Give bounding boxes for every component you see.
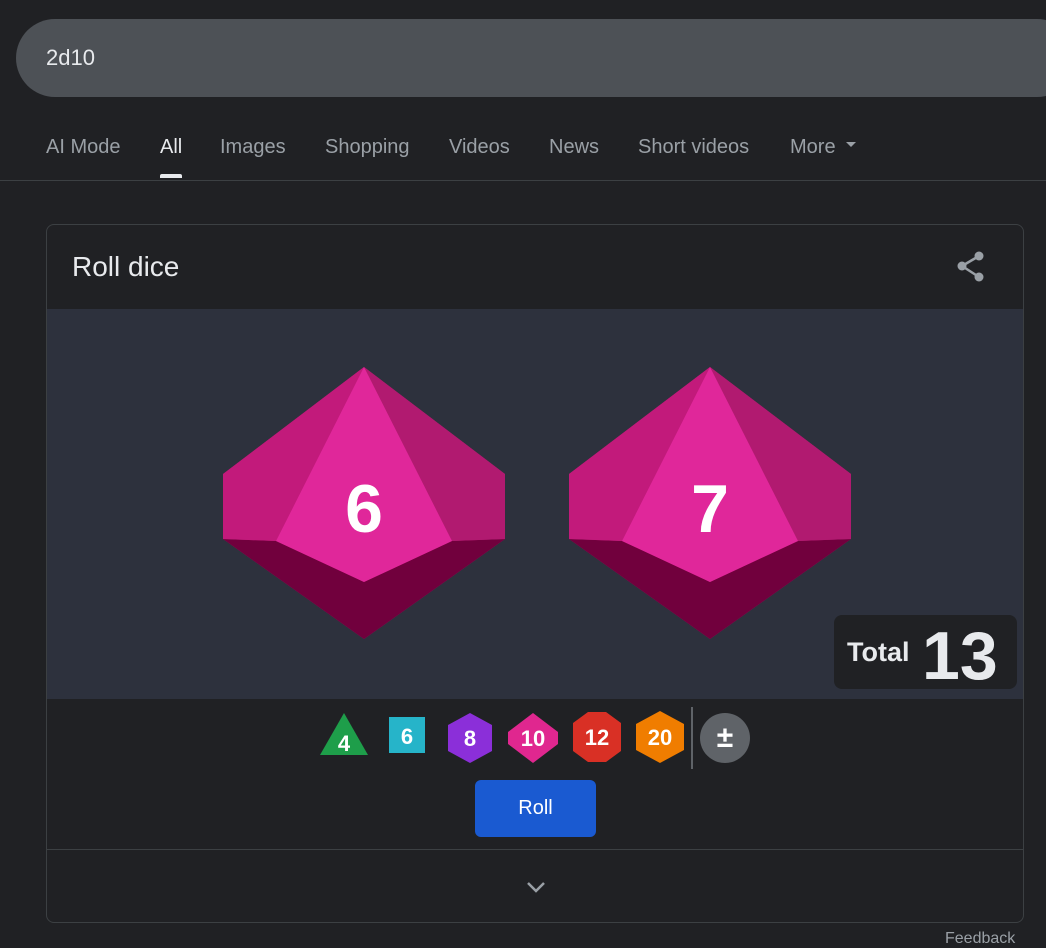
chevron-down-icon[interactable] [524, 875, 548, 899]
total-label: Total [847, 637, 910, 667]
tab-label: Videos [449, 136, 510, 158]
share-icon[interactable] [951, 247, 991, 287]
tab-label: Shopping [325, 136, 410, 158]
dice-roller-card: Roll dice 6 7 Total 13 4 6 8 10 12 20 ± … [46, 224, 1024, 923]
tab-label: More [790, 136, 836, 158]
d6-button[interactable]: 6 [387, 715, 427, 755]
die-button-label: 6 [401, 724, 413, 749]
die-button-label: 4 [338, 731, 351, 756]
modifier-button[interactable]: ± [699, 712, 751, 764]
die-button-label: 20 [648, 725, 672, 750]
tab-all[interactable]: All [160, 136, 183, 178]
die-button-label: 8 [464, 726, 476, 751]
die-button-label: 12 [585, 725, 609, 750]
d10-button[interactable]: 10 [505, 711, 561, 765]
tab-label: Short videos [638, 136, 750, 158]
tab-shopping[interactable]: Shopping [325, 136, 410, 159]
tab-label: AI Mode [46, 136, 121, 158]
divider [691, 707, 693, 769]
tab-more[interactable]: More [790, 136, 856, 159]
die-value: 6 [345, 471, 383, 547]
d4-button[interactable]: 4 [317, 709, 371, 759]
tab-news[interactable]: News [549, 136, 599, 159]
d10-die: 6 [223, 367, 505, 639]
tab-images[interactable]: Images [220, 136, 286, 159]
roll-button[interactable]: Roll [475, 780, 596, 837]
d8-button[interactable]: 8 [445, 711, 495, 765]
total-box: Total 13 [834, 615, 1017, 694]
search-bar[interactable] [16, 19, 1046, 97]
die-button-label: 10 [521, 726, 545, 751]
tab-videos[interactable]: Videos [449, 136, 510, 159]
tab-label: News [549, 136, 600, 158]
d12-button[interactable]: 12 [570, 710, 624, 764]
caret-down-icon [845, 142, 856, 148]
tab-short-videos[interactable]: Short videos [638, 136, 749, 159]
d20-button[interactable]: 20 [633, 709, 687, 765]
die-value: 7 [691, 471, 729, 547]
dice-stage[interactable]: 6 7 Total 13 [47, 309, 1023, 699]
divider [47, 849, 1023, 850]
total-value: 13 [922, 618, 998, 694]
d10-die: 7 [569, 367, 851, 639]
die-type-selector: 4 6 8 10 12 20 ± [47, 699, 1023, 789]
tab-label: All [160, 136, 183, 158]
tab-label: Images [220, 136, 286, 158]
feedback-link[interactable]: Feedback [945, 930, 1015, 948]
tab-ai-mode[interactable]: AI Mode [46, 136, 120, 159]
modifier-label: ± [717, 721, 733, 754]
search-input[interactable] [46, 45, 646, 71]
search-tabs: AI Mode All Images Shopping Videos News … [0, 118, 1046, 181]
card-title: Roll dice [72, 251, 180, 282]
